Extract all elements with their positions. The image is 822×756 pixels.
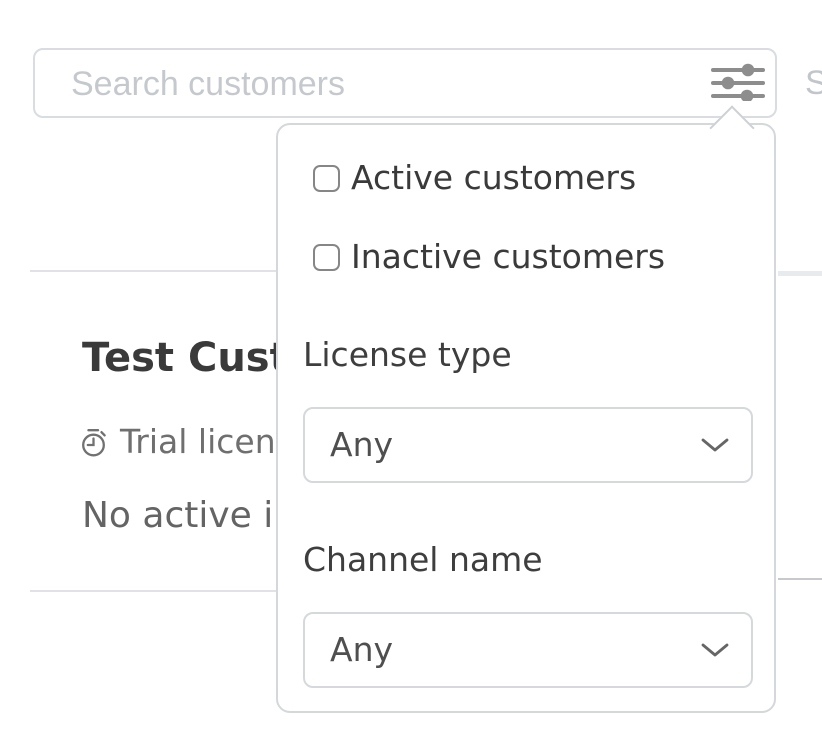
license-row: Trial licens [80,424,293,460]
inactive-customers-label[interactable]: Inactive customers [351,237,665,277]
right-divider-bottom [778,578,822,580]
license-type-label: License type [303,335,512,375]
license-type-text: Trial licens [120,424,293,460]
customers-divider-top [30,270,280,272]
license-type-select-value: Any [330,425,393,465]
stopwatch-icon [80,428,108,457]
search-bar [33,48,777,118]
active-customers-checkbox[interactable] [313,165,340,192]
chevron-down-icon [701,438,729,452]
customer-name-heading: Test Cust [82,335,289,381]
inactive-customers-checkbox[interactable] [313,244,340,271]
channel-name-select[interactable]: Any [303,612,753,688]
right-divider-top [778,271,822,276]
customers-divider-bottom [30,590,280,592]
active-customers-label[interactable]: Active customers [351,158,636,198]
sort-partial-text[interactable]: S [805,64,822,102]
filter-sliders-icon[interactable] [711,63,765,101]
chevron-down-icon [701,643,729,657]
filter-panel: Active customers Inactive customers Lice… [276,123,776,713]
search-input[interactable] [69,50,693,118]
active-customers-option[interactable]: Active customers [313,158,636,198]
license-type-select[interactable]: Any [303,407,753,483]
inactive-customers-option[interactable]: Inactive customers [313,237,665,277]
channel-name-label: Channel name [303,540,543,580]
channel-name-select-value: Any [330,630,393,670]
installations-status-text: No active in [82,496,296,536]
